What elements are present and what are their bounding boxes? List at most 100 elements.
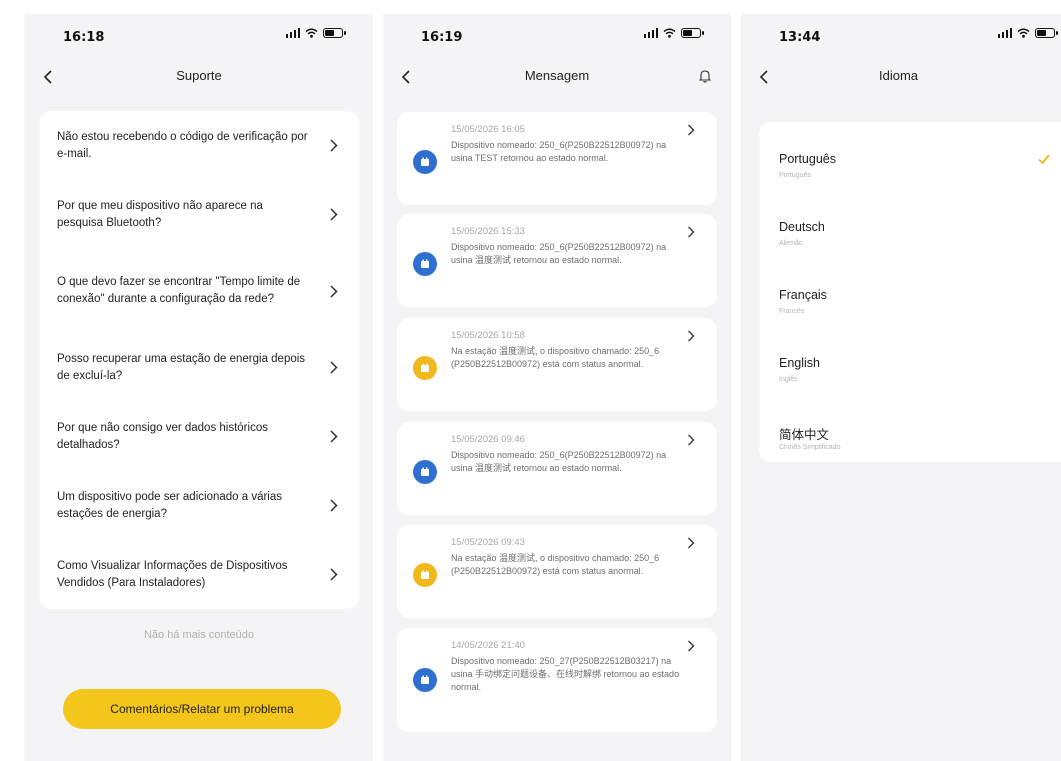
chevron-right-icon [327,568,341,582]
chevron-right-icon [685,536,697,550]
language-subtitle: Português [779,172,811,179]
status-bar: 16:18 [25,14,373,54]
page-title: Idioma [879,68,919,83]
language-subtitle: Alemão [779,240,803,247]
faq-item[interactable]: O que devo fazer se encontrar "Tempo lim… [57,249,341,333]
faq-item[interactable]: Não estou recebendo o código de verifica… [57,111,341,180]
status-bar: 13:44 [741,14,1061,54]
cellular-signal-icon [643,28,658,38]
chevron-right-icon [685,123,697,137]
battery-icon [323,28,346,38]
message-text: Dispositivo nomeado: 250_6(P250B22512B00… [451,450,667,473]
chevron-right-icon [327,430,341,444]
message-date: 15/05/2026 09:43 [451,537,525,548]
status-time: 16:19 [421,30,463,45]
language-screen: 13:44 Idioma Português Português Deutsch… [741,14,1061,761]
message-date: 15/05/2026 10:58 [451,330,525,341]
device-icon [413,668,437,692]
faq-item[interactable]: Por que meu dispositivo não aparece na p… [57,180,341,249]
faq-question: Por que meu dispositivo não aparece na p… [57,199,263,229]
message-date: 14/05/2026 21:40 [451,640,525,651]
checkmark-icon [1038,154,1050,165]
language-option-chinese[interactable]: 简体中文 Chinês Simplificado [779,406,1061,474]
language-option-deutsch[interactable]: Deutsch Alemão [779,202,1061,270]
chevron-right-icon [327,361,341,375]
message-card[interactable]: 14/05/2026 21:40 Dispositivo nomeado: 25… [397,628,717,732]
language-subtitle: Inglês [779,376,798,383]
page-title: Mensagem [524,68,590,83]
chevron-right-icon [327,499,341,513]
device-icon [413,150,437,174]
language-name: 简体中文 [779,428,830,442]
message-text: Na estação 温度测试, o dispositivo chamado: … [451,553,660,576]
cellular-signal-icon [997,28,1012,38]
message-card[interactable]: 15/05/2026 09:46 Dispositivo nomeado: 25… [397,422,717,515]
faq-question: Um dispositivo pode ser adicionado a vár… [57,490,283,520]
support-screen: 16:18 Suporte Não estou recebendo o códi… [25,14,373,761]
no-more-content-label: Não há mais conteúdo [143,629,255,641]
wifi-icon [305,28,318,38]
faq-list: Não estou recebendo o código de verifica… [39,111,359,609]
faq-question: Não estou recebendo o código de verifica… [57,130,308,160]
status-bar: 16:19 [383,14,731,54]
faq-question: Por que não consigo ver dados históricos… [57,421,268,451]
faq-question: Posso recuperar uma estação de energia d… [57,352,306,382]
message-card[interactable]: 15/05/2026 09:43 Na estação 温度测试, o disp… [397,525,717,618]
faq-item[interactable]: Um dispositivo pode ser adicionado a vár… [57,471,341,540]
faq-item[interactable]: Por que não consigo ver dados históricos… [57,402,341,471]
language-name: Português [779,152,836,166]
faq-question: Como Visualizar Informações de Dispositi… [57,559,288,589]
nav-bar: Idioma [741,54,1061,106]
language-subtitle: Francês [779,308,805,315]
cellular-signal-icon [285,28,300,38]
back-button[interactable] [751,64,777,90]
chevron-right-icon [685,639,697,653]
message-date: 15/05/2026 09:46 [451,434,525,445]
faq-item[interactable]: Posso recuperar uma estação de energia d… [57,333,341,402]
message-text: Na estação 温度测试, o dispositivo chamado: … [451,346,660,369]
language-option-english[interactable]: English Inglês [779,338,1061,406]
chevron-right-icon [685,225,697,239]
language-option-portugues[interactable]: Português Português [779,134,1061,202]
status-time: 16:18 [63,30,105,45]
device-icon [413,356,437,380]
device-icon [413,252,437,276]
faq-item[interactable]: Como Visualizar Informações de Dispositi… [57,540,341,609]
chevron-right-icon [685,329,697,343]
faq-question: O que devo fazer se encontrar "Tempo lim… [57,276,301,305]
message-text: Dispositivo nomeado: 250_6(P250B22512B00… [451,140,667,163]
message-card[interactable]: 15/05/2026 10:58 Na estação 温度测试, o disp… [397,318,717,411]
device-icon [413,563,437,587]
chevron-right-icon [327,208,341,222]
message-text: Dispositivo nomeado: 250_6(P250B22512B00… [451,242,667,265]
status-icons [643,28,704,38]
status-icons [997,28,1058,38]
feedback-button[interactable]: Comentários/Relatar um problema [63,689,341,729]
message-card[interactable]: 15/05/2026 15:33 Dispositivo nomeado: 25… [397,214,717,307]
battery-icon [1035,28,1058,38]
nav-bar: Mensagem [383,54,731,106]
page-title: Suporte [176,68,222,83]
bell-icon [699,70,711,83]
battery-icon [681,28,704,38]
chevron-left-icon [759,70,768,84]
language-list: Português Português Deutsch Alemão Franç… [759,122,1061,462]
language-name: Deutsch [779,220,825,234]
message-date: 15/05/2026 16:05 [451,124,525,135]
message-card[interactable]: 15/05/2026 16:05 Dispositivo nomeado: 25… [397,112,717,205]
messages-screen: 16:19 Mensagem 15/05/2026 16:05 Disposit… [383,14,731,761]
language-subtitle: Chinês Simplificado [779,444,841,451]
wifi-icon [1017,28,1030,38]
chevron-right-icon [685,433,697,447]
message-date: 15/05/2026 15:33 [451,226,525,237]
status-time: 13:44 [779,30,821,45]
notification-settings-button[interactable] [693,64,717,88]
chevron-right-icon [327,139,341,153]
language-name: Français [779,288,827,302]
wifi-icon [663,28,676,38]
status-icons [285,28,346,38]
language-name: English [779,356,820,370]
device-icon [413,460,437,484]
message-text: Dispositivo nomeado: 250_27(P250B22512B0… [451,656,680,692]
language-option-francais[interactable]: Français Francês [779,270,1061,338]
